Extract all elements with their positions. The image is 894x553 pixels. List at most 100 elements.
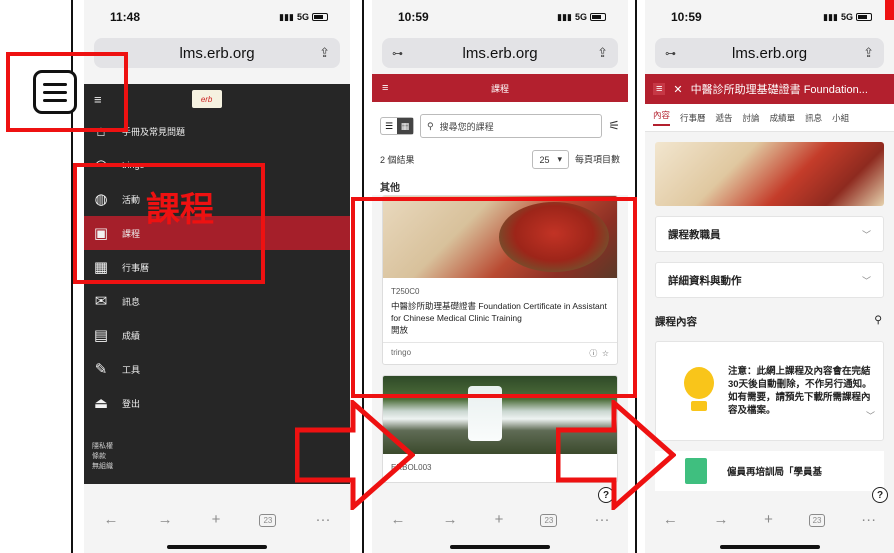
erb-logo[interactable]: erb	[191, 90, 222, 108]
terms-link[interactable]: 條款	[92, 452, 113, 462]
search-placeholder: 搜尋您的課程	[439, 121, 494, 132]
tab-discussion[interactable]: 討論	[743, 112, 760, 124]
course-content-heading: 課程內容 ⚲	[645, 298, 894, 337]
share-icon[interactable]: ⇪	[319, 45, 330, 61]
close-icon[interactable]: ✕	[673, 83, 682, 96]
tab-messages[interactable]: 訊息	[805, 112, 822, 124]
new-tab-icon[interactable]: +	[764, 511, 773, 528]
mail-icon: ✉	[94, 293, 108, 310]
forward-icon[interactable]: →	[158, 511, 173, 528]
more-icon[interactable]: ···	[594, 511, 609, 528]
phone-screen-course-detail: 10:59 ▮▮▮ 5G ⊶ lms.erb.org ⇪ ≡ ✕ 中醫診所助理基…	[645, 0, 894, 553]
arrow-right-icon	[295, 400, 415, 510]
per-page-select[interactable]: 25 ▾	[532, 150, 569, 169]
address-bar[interactable]: ⊶ lms.erb.org ⇪	[382, 38, 618, 68]
content-item-title: 僱員再培訓局「學員基	[727, 467, 823, 478]
section-title: 課程內容	[655, 316, 697, 328]
status-bar: 11:48 ▮▮▮ 5G	[84, 0, 350, 34]
tab-announcements[interactable]: 遞告	[716, 112, 733, 124]
share-icon[interactable]: ⇪	[597, 45, 608, 61]
home-indicator	[167, 545, 267, 549]
key-icon[interactable]: ⊶	[392, 47, 403, 60]
home-indicator	[450, 545, 550, 549]
no-org-link[interactable]: 無組織	[92, 462, 113, 472]
tab-groups[interactable]: 小組	[832, 112, 849, 124]
tools-icon: ✎	[94, 361, 108, 378]
menu-item-grades[interactable]: ▤ 成績	[84, 318, 350, 352]
help-icon[interactable]: ?	[872, 487, 888, 503]
category-heading: 其他	[372, 175, 628, 195]
menu-label: 手冊及常見問題	[122, 126, 186, 137]
tab-content[interactable]: 內容	[653, 109, 671, 126]
network-label: 5G	[296, 12, 309, 22]
back-icon[interactable]: ←	[104, 511, 119, 528]
url-text: lms.erb.org	[732, 44, 808, 62]
filter-icon[interactable]: ⚟	[608, 118, 620, 134]
forward-icon[interactable]: →	[713, 511, 728, 528]
address-bar[interactable]: ⊶ lms.erb.org ⇪	[94, 38, 340, 68]
hamburger-icon[interactable]: ≡	[653, 83, 666, 95]
menu-label: 登出	[122, 398, 141, 409]
network-label: 5G	[574, 12, 587, 22]
arrow-right-icon	[556, 400, 676, 510]
menu-item-messages[interactable]: ✉ 訊息	[84, 284, 350, 318]
notice-item[interactable]: 注意：此網上課程及內容會在完結30天後自動刪除，不作另行通知。如有需要，請預先下…	[655, 341, 884, 441]
logo-text: erb	[200, 94, 213, 104]
tab-calendar[interactable]: 行事曆	[680, 112, 706, 124]
page-header: ≡ 課程	[372, 74, 628, 102]
key-icon[interactable]: ⊶	[665, 47, 676, 60]
new-tab-icon[interactable]: +	[495, 511, 504, 528]
new-tab-icon[interactable]: +	[212, 511, 221, 528]
share-icon[interactable]: ⇪	[863, 45, 874, 61]
back-icon[interactable]: ←	[663, 511, 678, 528]
url-text: lms.erb.org	[179, 44, 255, 62]
caret-down-icon: ▾	[557, 154, 562, 164]
menu-label: 成績	[122, 330, 141, 341]
url-text: lms.erb.org	[462, 44, 538, 62]
results-count: 2 個結果	[380, 155, 415, 165]
address-bar[interactable]: ⊶ lms.erb.org ⇪	[655, 38, 884, 68]
page-title: 課程	[490, 83, 509, 94]
signal-indicator: ▮▮▮ 5G	[823, 12, 872, 23]
course-search-input[interactable]: ⚲ 搜尋您的課程	[420, 114, 603, 138]
privacy-link[interactable]: 隱私權	[92, 442, 113, 452]
instructors-accordion[interactable]: 課程教職員 ﹀	[655, 216, 884, 252]
search-row: ☰ ▦ ⚲ 搜尋您的課程 ⚟	[372, 102, 628, 144]
more-icon[interactable]: ···	[861, 511, 876, 528]
tabs-button[interactable]: 23	[808, 514, 826, 527]
status-time: 10:59	[671, 10, 702, 24]
course-banner-image	[655, 142, 884, 206]
grades-icon: ▤	[93, 327, 109, 344]
tab-gradebook[interactable]: 成績單	[770, 112, 796, 124]
notice-text: 注意：此網上課程及內容會在完結30天後自動刪除，不作另行通知。如有需要，請預先下…	[728, 366, 872, 416]
results-row: 2 個結果 25 ▾ 每頁項目數	[372, 144, 628, 175]
content-item[interactable]: 僱員再培訓局「學員基	[655, 451, 884, 491]
grid-view-icon[interactable]: ▦	[397, 118, 413, 134]
more-icon[interactable]: ···	[315, 511, 330, 528]
accordion-label: 詳細資料與動作	[668, 274, 742, 287]
lightbulb-icon	[684, 367, 714, 415]
forward-icon[interactable]: →	[443, 511, 458, 528]
menu-footer: 隱私權 條款 無組織	[92, 442, 113, 472]
list-view-icon[interactable]: ☰	[381, 118, 397, 134]
highlight-marker	[885, 0, 894, 20]
status-time: 10:59	[398, 10, 429, 24]
tabs-button[interactable]: 23	[259, 514, 277, 527]
network-label: 5G	[840, 12, 853, 22]
course-header: ≡ ✕ 中醫診所助理基礎證書 Foundation...	[645, 74, 894, 104]
signal-indicator: ▮▮▮ 5G	[557, 12, 606, 23]
menu-label: 訊息	[122, 296, 141, 307]
menu-label: 工具	[122, 364, 141, 375]
battery-icon	[590, 13, 606, 21]
menu-item-tools[interactable]: ✎ 工具	[84, 352, 350, 386]
tabs-button[interactable]: 23	[540, 514, 558, 527]
search-icon[interactable]: ⚲	[874, 314, 882, 329]
details-accordion[interactable]: 詳細資料與動作 ﹀	[655, 262, 884, 298]
document-icon	[685, 458, 707, 484]
course-tabs: 內容 行事曆 遞告 討論 成績單 訊息 小組	[645, 104, 894, 132]
per-page-value: 25	[539, 154, 550, 165]
battery-icon	[312, 13, 328, 21]
chevron-down-icon: ﹀	[861, 275, 871, 286]
back-icon[interactable]: ←	[391, 511, 406, 528]
highlight-box-menu	[6, 52, 128, 132]
